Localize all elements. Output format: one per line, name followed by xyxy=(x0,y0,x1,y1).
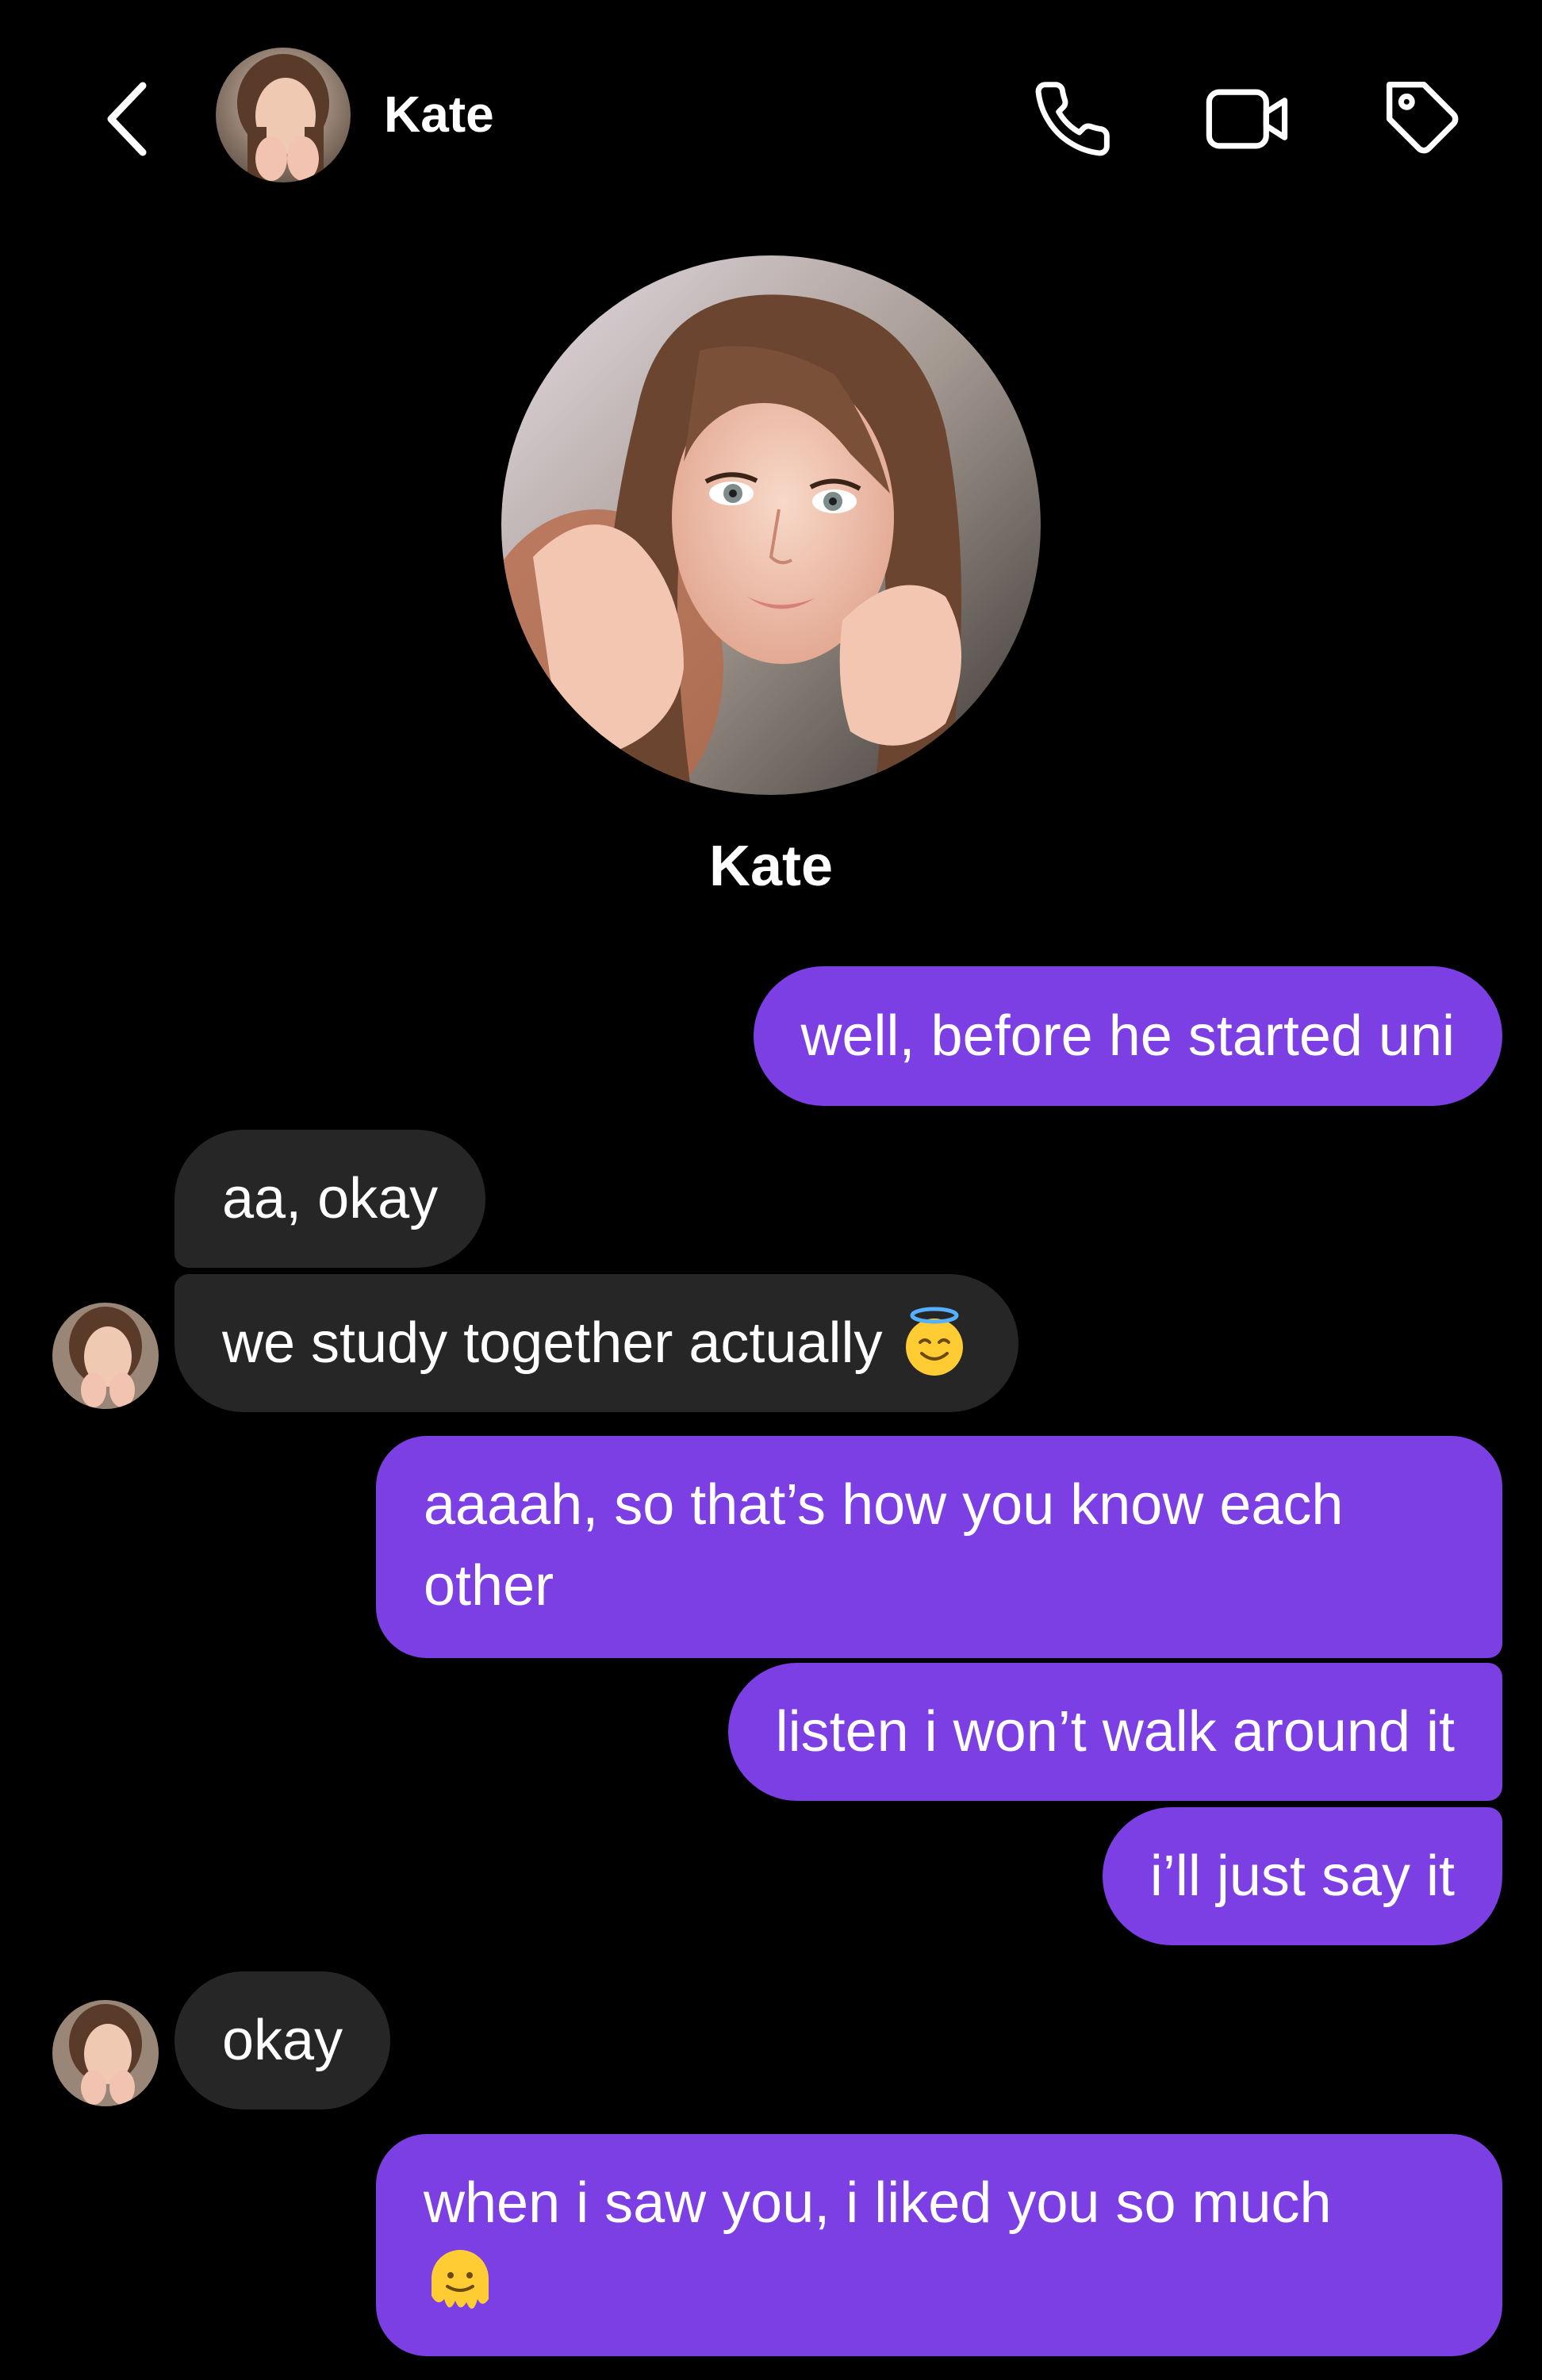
header-avatar[interactable] xyxy=(216,48,351,182)
chevron-left-icon xyxy=(107,82,147,156)
sent-message[interactable]: i’ll just say it xyxy=(1102,1807,1502,1945)
sender-avatar[interactable] xyxy=(52,1303,159,1409)
tag-icon xyxy=(1386,81,1459,154)
header-contact-name[interactable]: Kate xyxy=(384,86,494,143)
call-button[interactable] xyxy=(1029,75,1116,163)
received-message[interactable]: okay xyxy=(175,1971,391,2109)
message-text: when i saw you, i liked you so much xyxy=(424,2171,1332,2235)
message-text: well, before he started uni xyxy=(800,1004,1455,1068)
message-text: we study together actually xyxy=(222,1311,883,1375)
chat-header: Kate xyxy=(0,0,1542,238)
message-text: listen i won’t walk around it xyxy=(775,1700,1455,1764)
sent-message[interactable]: when i saw you, i liked you so much xyxy=(376,2134,1502,2356)
back-button[interactable] xyxy=(95,75,159,163)
sent-message[interactable]: aaaah, so that’s how you know each other xyxy=(376,1436,1502,1658)
received-message[interactable]: we study together actually xyxy=(175,1274,1019,1412)
sent-message[interactable]: well, before he started uni xyxy=(753,966,1502,1106)
message-text: okay xyxy=(222,2009,343,2072)
message-text: i’ll just say it xyxy=(1149,1844,1455,1908)
tag-button[interactable] xyxy=(1380,75,1467,163)
message-text: aaaah, so that’s how you know each other xyxy=(424,1473,1344,1618)
smiling-face-with-halo-icon xyxy=(906,1307,964,1376)
received-message[interactable]: aa, okay xyxy=(175,1130,486,1268)
phone-icon xyxy=(1035,82,1110,156)
video-call-button[interactable] xyxy=(1204,75,1291,163)
message-text: aa, okay xyxy=(222,1167,439,1230)
melting-face-icon xyxy=(432,2249,489,2309)
profile-name: Kate xyxy=(708,835,834,898)
sender-avatar[interactable] xyxy=(52,2000,159,2106)
sent-message[interactable]: listen i won’t walk around it xyxy=(727,1663,1502,1801)
profile-avatar[interactable] xyxy=(501,255,1041,795)
video-camera-icon xyxy=(1206,89,1288,149)
